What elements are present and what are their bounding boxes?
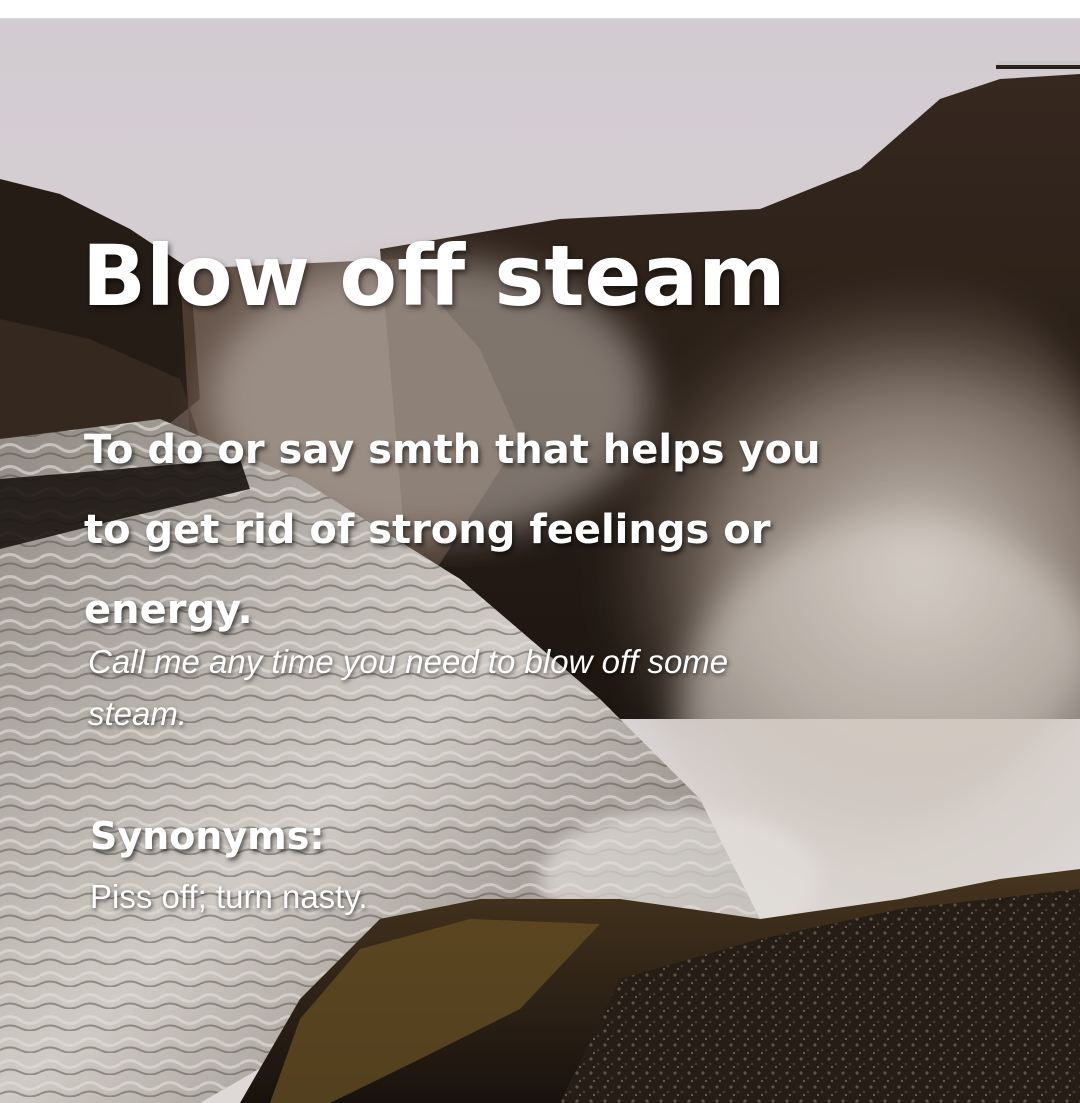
- definition-line: To do or say smth that helps you: [84, 427, 821, 473]
- idiom-title: Blow off steam: [82, 227, 786, 325]
- idiom-definition: To do or say smth that helps you to get …: [84, 410, 1044, 650]
- text-overlay: Blow off steam To do or say smth that he…: [0, 0, 1080, 1103]
- example-sentence: Call me any time you need to blow off so…: [88, 636, 1028, 740]
- synonyms-heading: Synonyms:: [90, 814, 325, 858]
- example-line: Call me any time you need to blow off so…: [88, 643, 729, 680]
- post-card: Blow off steam To do or say smth that he…: [0, 0, 1080, 1103]
- synonyms-list: Piss off; turn nasty.: [90, 878, 368, 915]
- definition-line: to get rid of strong feelings or: [84, 507, 771, 553]
- example-line: steam.: [88, 695, 188, 732]
